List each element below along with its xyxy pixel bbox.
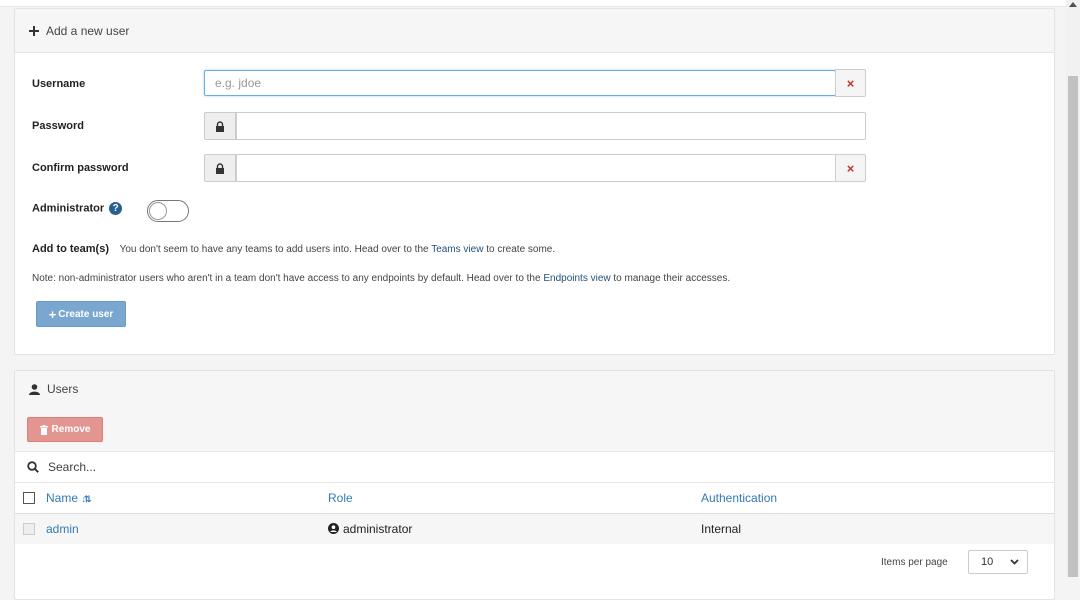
create-user-label: Create user [58,308,114,320]
add-user-panel-header: Add a new user [15,9,1054,53]
sort-icon: ↓⇅ [81,494,91,504]
administrator-label: Administrator [32,202,105,215]
top-edge [0,0,1066,7]
search-input[interactable] [46,459,650,475]
scrollbar-thumb[interactable] [1068,76,1078,577]
role-column-header[interactable]: Role [328,491,353,505]
users-panel-header: Users [15,371,1054,407]
password-label: Password [32,120,84,132]
confirm-password-input[interactable] [237,155,835,181]
teams-message-start: You don't seem to have any teams to add … [119,244,429,255]
username-clear-button[interactable]: × [835,69,866,97]
scroll-up-arrow-icon[interactable] [1069,2,1077,7]
items-per-page-select[interactable]: 10 [968,550,1028,574]
table-row: admin administrator Internal [15,514,1054,544]
add-user-title: Add a new user [46,23,130,38]
users-toolbar: Remove [15,407,1054,451]
select-all-checkbox[interactable] [23,492,35,504]
authentication-column-header[interactable]: Authentication [701,491,777,505]
row-checkbox[interactable] [23,523,35,535]
search-bar [15,451,1054,483]
toggle-knob [149,202,167,220]
name-column-label: Name [46,491,79,505]
user-circle-icon [328,523,339,534]
note-row: Note: non-administrator users who aren't… [32,273,730,284]
trash-icon [39,424,48,435]
items-per-page-label: Items per page [881,557,948,568]
items-per-page-value: 10 [981,556,994,568]
create-user-button[interactable]: + Create user [36,301,126,327]
table-footer: Items per page 10 [15,544,1054,580]
page-scrollbar[interactable] [1066,0,1080,577]
username-label: Username [32,78,86,90]
chevron-down-icon [1010,559,1019,565]
users-panel: Users Remove Name ↓⇅ Role Authentication… [14,370,1055,600]
remove-label: Remove [51,424,91,435]
name-column-header[interactable]: Name ↓⇅ [46,491,91,505]
note-message-end: to manage their accesses. [613,273,731,284]
lock-icon [216,120,224,132]
administrator-toggle[interactable] [147,200,189,222]
confirm-password-clear-button[interactable]: × [835,154,866,182]
confirm-password-field-wrap [236,154,836,182]
teams-message-end: to create some. [486,244,556,255]
users-title: Users [47,382,79,396]
password-field-wrap [236,112,866,140]
plus-icon [29,25,39,36]
add-user-panel: Add a new user Username × Password Confi… [14,8,1055,355]
users-table-header: Name ↓⇅ Role Authentication [15,483,1054,514]
lock-icon [216,162,224,174]
user-authentication: Internal [701,522,742,536]
remove-button[interactable]: Remove [27,417,103,442]
confirm-password-lock-addon [204,154,236,182]
endpoints-view-link[interactable]: Endpoints view [543,273,610,284]
teams-row: Add to team(s) You don't seem to have an… [32,243,555,255]
administrator-label-row: Administrator? [32,202,123,215]
user-role: administrator [328,522,412,536]
add-to-teams-label: Add to team(s) [32,243,109,255]
password-lock-addon [204,112,236,140]
question-circle-icon[interactable]: ? [109,202,123,215]
username-field-wrap [204,70,836,96]
user-role-label: administrator [343,522,413,536]
username-input[interactable] [205,71,835,95]
user-icon [29,383,40,395]
confirm-password-label: Confirm password [32,162,129,174]
user-name-link[interactable]: admin [46,522,79,536]
search-icon [27,461,39,473]
note-message-start: Note: non-administrator users who aren't… [32,273,541,284]
teams-view-link[interactable]: Teams view [431,244,483,255]
plus-icon: + [48,306,57,322]
password-input[interactable] [237,113,865,139]
